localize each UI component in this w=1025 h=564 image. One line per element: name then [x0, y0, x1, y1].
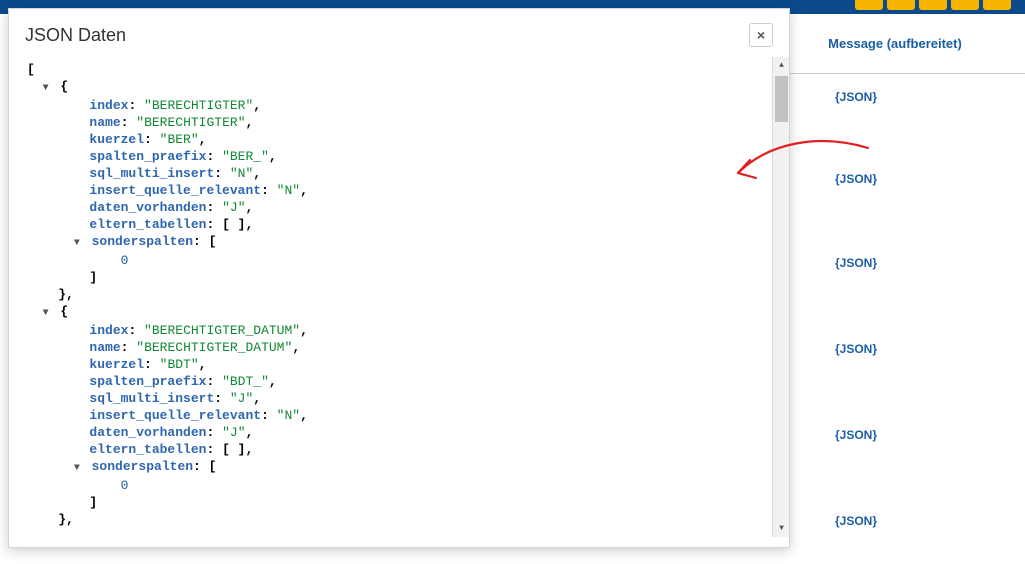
topbar-button-group — [855, 0, 1011, 10]
json-link[interactable]: {JSON} — [835, 256, 877, 270]
data-table: Message (aufbereitet) 969 066 {JSON} 959… — [765, 14, 1025, 74]
close-button[interactable]: × — [749, 23, 773, 47]
json-link[interactable]: {JSON} — [835, 514, 877, 528]
topbar-button[interactable] — [887, 0, 915, 10]
modal-body[interactable]: [ ▼ { index: "BERECHTIGTER", name: "BERE… — [9, 57, 789, 537]
json-key: daten_vorhanden — [89, 425, 206, 440]
json-key: index — [89, 323, 128, 338]
json-value: BERECHTIGTER_DATUM — [144, 340, 284, 355]
json-open-bracket: [ — [27, 62, 35, 77]
topbar-button[interactable] — [919, 0, 947, 10]
json-value: BER — [167, 132, 190, 147]
column-header-link[interactable]: Message (aufbereitet) — [828, 36, 962, 51]
modal-header: JSON Daten × — [9, 9, 789, 57]
topbar-button[interactable] — [983, 0, 1011, 10]
json-value: N — [284, 183, 292, 198]
topbar-button[interactable] — [951, 0, 979, 10]
json-key: name — [89, 115, 120, 130]
json-value: BDT_ — [230, 374, 261, 389]
json-key: index — [89, 98, 128, 113]
json-key: sql_multi_insert — [89, 391, 214, 406]
column-header[interactable]: Message (aufbereitet) — [765, 14, 1025, 74]
json-key: kuerzel — [89, 132, 144, 147]
json-key: sonderspalten — [92, 459, 193, 474]
json-close-brace: }, — [58, 512, 74, 527]
json-open-brace: { — [60, 304, 68, 319]
json-value: [ ] — [222, 442, 245, 457]
json-value: 0 — [121, 478, 129, 493]
json-key: sonderspalten — [92, 234, 193, 249]
json-value: N — [238, 166, 246, 181]
json-value: BERECHTIGTER_DATUM — [152, 323, 292, 338]
json-key: daten_vorhanden — [89, 200, 206, 215]
json-value: BERECHTIGTER — [152, 98, 246, 113]
json-value: J — [238, 391, 246, 406]
collapse-toggle-icon[interactable]: ▼ — [74, 460, 84, 477]
collapse-toggle-icon[interactable]: ▼ — [43, 80, 53, 97]
topbar-button[interactable] — [855, 0, 883, 10]
modal-title: JSON Daten — [25, 25, 126, 46]
scroll-down-icon[interactable]: ▼ — [773, 520, 789, 537]
json-link[interactable]: {JSON} — [835, 90, 877, 104]
json-modal: JSON Daten × [ ▼ { index: "BERECHTIGTER"… — [8, 8, 790, 548]
json-value: N — [284, 408, 292, 423]
scroll-up-icon[interactable]: ▲ — [773, 57, 789, 74]
json-key: name — [89, 340, 120, 355]
json-value: J — [230, 425, 238, 440]
json-key: spalten_praefix — [89, 374, 206, 389]
json-value: J — [230, 200, 238, 215]
json-value: [ ] — [222, 217, 245, 232]
scrollbar-track[interactable]: ▲ ▼ — [772, 57, 789, 537]
json-key: kuerzel — [89, 357, 144, 372]
scrollbar-thumb[interactable] — [775, 76, 788, 122]
collapse-toggle-icon[interactable]: ▼ — [74, 235, 84, 252]
json-link[interactable]: {JSON} — [835, 428, 877, 442]
close-icon: × — [757, 27, 765, 43]
json-key: eltern_tabellen — [89, 217, 206, 232]
json-value: BDT — [167, 357, 190, 372]
json-link[interactable]: {JSON} — [835, 342, 877, 356]
json-key: eltern_tabellen — [89, 442, 206, 457]
json-key: insert_quelle_relevant — [89, 408, 261, 423]
json-value: BERECHTIGTER — [144, 115, 238, 130]
json-value: BER_ — [230, 149, 261, 164]
json-close-brace: }, — [58, 287, 74, 302]
json-key: insert_quelle_relevant — [89, 183, 261, 198]
json-key: spalten_praefix — [89, 149, 206, 164]
json-value: 0 — [121, 253, 129, 268]
json-open-brace: { — [60, 79, 68, 94]
collapse-toggle-icon[interactable]: ▼ — [43, 305, 53, 322]
json-link[interactable]: {JSON} — [835, 172, 877, 186]
json-key: sql_multi_insert — [89, 166, 214, 181]
